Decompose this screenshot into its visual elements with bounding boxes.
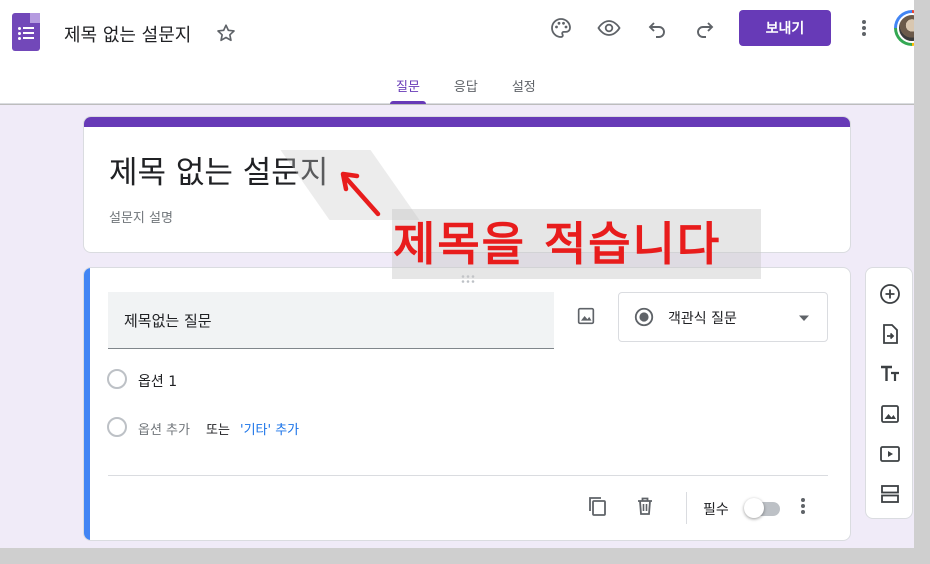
required-label: 필수 bbox=[703, 502, 729, 518]
annotation-text: 제목을 적습니다 bbox=[393, 217, 722, 271]
tab-questions[interactable]: 질문 bbox=[390, 76, 426, 104]
add-section-icon[interactable] bbox=[878, 482, 902, 506]
add-option-radio bbox=[107, 417, 127, 437]
tab-responses[interactable]: 응답 bbox=[448, 76, 484, 104]
annotation-arrow-icon bbox=[340, 171, 381, 217]
document-title[interactable]: 제목 없는 설문지 bbox=[64, 21, 191, 47]
add-image-icon[interactable] bbox=[575, 305, 597, 327]
question-type-label: 객관식 질문 bbox=[668, 311, 737, 327]
option-radio bbox=[107, 369, 127, 389]
more-vert-icon[interactable] bbox=[852, 16, 876, 40]
app-header: 제목 없는 설문지 보내기 질문 응답 설정 bbox=[0, 0, 914, 104]
tab-settings[interactable]: 설정 bbox=[506, 76, 542, 104]
question-more-icon[interactable] bbox=[791, 494, 815, 518]
import-questions-icon[interactable] bbox=[878, 322, 902, 346]
add-question-icon[interactable] bbox=[878, 282, 902, 306]
question-footer-divider bbox=[108, 475, 828, 476]
question-card[interactable]: 제목없는 질문 객관식 질문 옵션 1 옵션 추가 또는 '기타' 추가 필수 bbox=[83, 267, 851, 541]
redo-icon[interactable] bbox=[693, 16, 717, 40]
send-button[interactable]: 보내기 bbox=[739, 10, 831, 46]
add-other-link[interactable]: '기타' 추가 bbox=[240, 419, 299, 438]
preview-eye-icon[interactable] bbox=[597, 16, 621, 40]
form-tabs: 질문 응답 설정 bbox=[390, 76, 542, 104]
trash-icon[interactable] bbox=[633, 494, 657, 518]
radio-button-checked-icon bbox=[634, 307, 654, 327]
chevron-down-icon bbox=[799, 315, 809, 321]
add-option-link[interactable]: 옵션 추가 bbox=[138, 419, 190, 438]
or-text: 또는 bbox=[206, 423, 230, 438]
question-title-text: 제목없는 질문 bbox=[124, 312, 212, 330]
screen-frame-bottom bbox=[0, 548, 930, 564]
forms-app-icon[interactable] bbox=[12, 13, 40, 51]
title-card-accent-bar bbox=[84, 117, 850, 127]
question-title-input[interactable]: 제목없는 질문 bbox=[108, 292, 554, 349]
footer-separator bbox=[686, 492, 687, 524]
undo-icon[interactable] bbox=[645, 16, 669, 40]
add-image-icon[interactable] bbox=[878, 402, 902, 426]
add-title-icon[interactable] bbox=[878, 362, 902, 386]
side-toolbar bbox=[865, 267, 913, 519]
star-icon[interactable] bbox=[215, 22, 237, 44]
add-video-icon[interactable] bbox=[878, 442, 902, 466]
duplicate-icon[interactable] bbox=[585, 494, 609, 518]
question-type-dropdown[interactable]: 객관식 질문 bbox=[618, 292, 828, 342]
palette-icon[interactable] bbox=[549, 16, 573, 40]
option-label[interactable]: 옵션 1 bbox=[138, 371, 177, 391]
form-description-input[interactable]: 설문지 설명 bbox=[109, 207, 173, 226]
question-card-accent bbox=[84, 268, 90, 540]
required-toggle[interactable] bbox=[744, 498, 780, 518]
screen-frame-right bbox=[914, 0, 930, 564]
